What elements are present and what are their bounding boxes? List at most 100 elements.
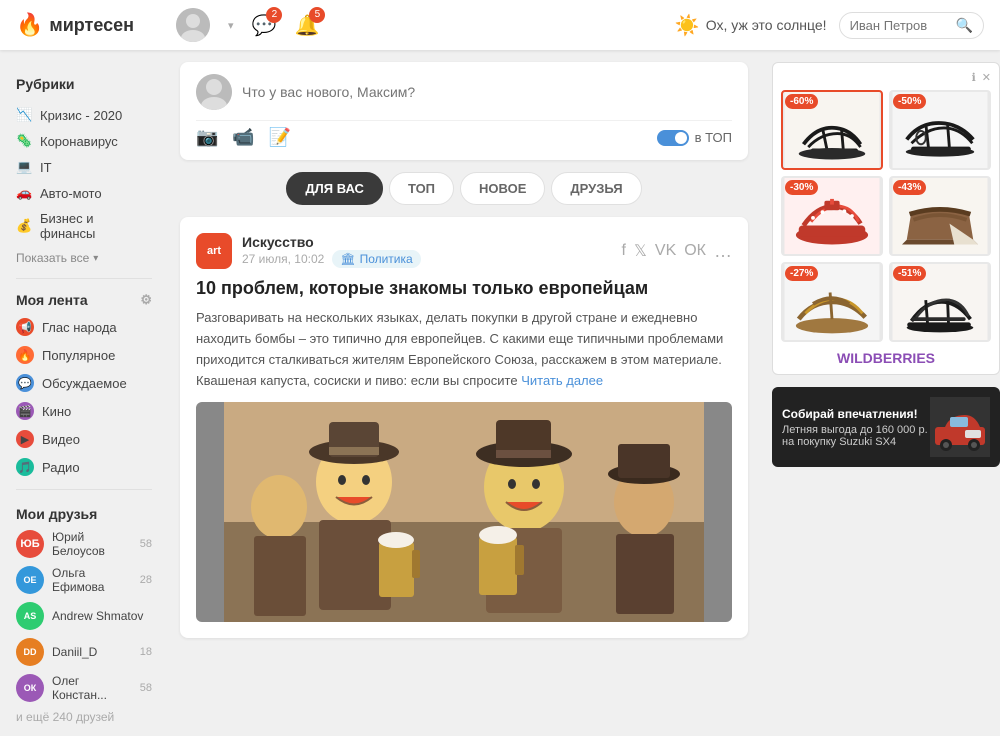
show-all-rubrics[interactable]: Показать все ▾ (0, 246, 168, 270)
more-icon[interactable]: … (714, 241, 732, 262)
ok-icon[interactable]: ОК (684, 242, 706, 260)
twitter-icon[interactable]: 𝕏 (634, 241, 647, 261)
main-content: 📷 📹 📝 в ТОП ДЛЯ ВАС ТОП НОВОЕ ДРУЗЬЯ (168, 62, 760, 736)
channel-avatar[interactable]: art (196, 233, 232, 269)
logo-area[interactable]: 🔥 миртесен (16, 12, 176, 38)
friend-avatar-1: ЮБ (16, 530, 44, 558)
discussed-icon: 💬 (16, 374, 34, 392)
feed-item-kino[interactable]: 🎬 Кино (0, 397, 168, 425)
toggle-switch[interactable] (657, 130, 689, 146)
sidebar-item-crisis[interactable]: 📉 Кризис - 2020 (0, 102, 168, 128)
gear-icon[interactable]: ⚙ (140, 292, 152, 308)
messages-button[interactable]: 💬 2 (252, 13, 277, 38)
weather-icon: ☀️ (675, 13, 700, 38)
friend-item-2[interactable]: ОЕ Ольга Ефимова 28 (0, 562, 168, 598)
channel-name[interactable]: Искусство (242, 234, 421, 250)
feed-item-discussed[interactable]: 💬 Обсуждаемое (0, 369, 168, 397)
feed-tabs: ДЛЯ ВАС ТОП НОВОЕ ДРУЗЬЯ (180, 172, 748, 205)
friend-item-3[interactable]: AS Andrew Shmatov (0, 598, 168, 634)
popular-icon: 🔥 (16, 346, 34, 364)
ad-item-3[interactable]: -30% (781, 176, 883, 256)
feed-item-peoples-voice[interactable]: 📢 Глас народа (0, 313, 168, 341)
friend-item-4[interactable]: DD Daniil_D 18 (0, 634, 168, 670)
rubrics-title: Рубрики (0, 70, 168, 98)
search-icon[interactable]: 🔍 (956, 17, 973, 34)
ad-banner-title: Собирай впечатления! (782, 407, 930, 421)
sidebar-item-auto[interactable]: 🚗 Авто-мото (0, 180, 168, 206)
discount-badge-3: -30% (785, 180, 818, 195)
post-creator-top (196, 74, 732, 110)
video-tool-icon[interactable]: 📹 (232, 127, 254, 148)
car-ad-banner[interactable]: Собирай впечатления! Летняя выгода до 16… (772, 387, 1000, 467)
article-image (196, 402, 732, 622)
my-feed-label: Моя лента (16, 292, 88, 308)
facebook-icon[interactable]: f (622, 242, 626, 260)
vk-icon[interactable]: VK (655, 242, 676, 260)
feed-item-video[interactable]: ▶ Видео (0, 425, 168, 453)
friend-name-3: Andrew Shmatov (52, 609, 144, 623)
tab-top[interactable]: ТОП (389, 172, 454, 205)
search-input[interactable] (850, 18, 950, 33)
wildberries-ad: ℹ ✕ (772, 62, 1000, 375)
discount-badge-5: -27% (785, 266, 818, 281)
discount-badge-4: -43% (893, 180, 926, 195)
tab-for-you[interactable]: ДЛЯ ВАС (286, 172, 383, 205)
radio-icon: 🎵 (16, 458, 34, 476)
main-layout: Рубрики 📉 Кризис - 2020 🦠 Коронавирус 💻 … (0, 50, 1000, 736)
ad-item-2[interactable]: -50% (889, 90, 991, 170)
top-toggle[interactable]: в ТОП (657, 130, 732, 146)
ad-close-button[interactable]: ✕ (982, 71, 991, 84)
chevron-down-icon: ▾ (93, 253, 98, 264)
feed-item-kino-label: Кино (42, 404, 71, 419)
tab-friends[interactable]: ДРУЗЬЯ (551, 172, 641, 205)
sidebar-item-business-label: Бизнес и финансы (40, 211, 152, 241)
feed-item-radio[interactable]: 🎵 Радио (0, 453, 168, 481)
corona-icon: 🦠 (16, 133, 32, 149)
notifications-button[interactable]: 🔔 5 (294, 13, 319, 38)
read-more-link[interactable]: Читать далее (521, 373, 603, 388)
user-avatar-button[interactable] (176, 8, 210, 42)
friend-item-1[interactable]: ЮБ Юрий Белоусов 58 (0, 526, 168, 562)
tag-icon: 🏛 (340, 252, 355, 266)
header-right: ☀️ Ох, уж это солнце! 🔍 (675, 12, 984, 39)
post-creator: 📷 📹 📝 в ТОП (180, 62, 748, 160)
auto-icon: 🚗 (16, 185, 32, 201)
header: 🔥 миртесен ▾ 💬 2 🔔 5 ☀️ Ох, уж это солнц… (0, 0, 1000, 50)
text-tool-icon[interactable]: 📝 (269, 127, 291, 148)
friend-avatar-3: AS (16, 602, 44, 630)
search-box[interactable]: 🔍 (839, 12, 984, 39)
friend-name-2: Ольга Ефимова (52, 566, 132, 594)
photo-tool-icon[interactable]: 📷 (196, 127, 218, 148)
ad-item-1[interactable]: -60% (781, 90, 883, 170)
friend-count-4: 18 (140, 646, 152, 658)
ad-header: ℹ ✕ (781, 71, 991, 84)
messages-badge: 2 (266, 7, 282, 23)
friend-avatar-4: DD (16, 638, 44, 666)
wildberries-brand[interactable]: WILDBERRIES (781, 350, 991, 366)
ad-info-icon[interactable]: ℹ (972, 71, 976, 84)
post-input[interactable] (242, 84, 732, 100)
feed-item-popular[interactable]: 🔥 Популярное (0, 341, 168, 369)
article-tag[interactable]: 🏛 Политика (332, 250, 420, 268)
ad-banner-desc: Летняя выгода до 160 000 р. на покупку S… (782, 424, 930, 448)
sidebar-item-business[interactable]: 💰 Бизнес и финансы (0, 206, 168, 246)
ad-item-5[interactable]: -27% (781, 262, 883, 342)
avatar-chevron-icon[interactable]: ▾ (228, 19, 234, 32)
article-meta: art Искусство 27 июля, 10:02 🏛 Политика (196, 233, 421, 269)
sidebar-item-it[interactable]: 💻 IT (0, 154, 168, 180)
friend-name-5: Олег Констан... (52, 674, 132, 702)
tag-label: Политика (360, 252, 413, 266)
ad-item-6[interactable]: -51% (889, 262, 991, 342)
article-header: art Искусство 27 июля, 10:02 🏛 Политика (196, 233, 732, 269)
sidebar-item-it-label: IT (40, 160, 52, 175)
it-icon: 💻 (16, 159, 32, 175)
friends-more-link[interactable]: и ещё 240 друзей (0, 706, 168, 728)
friend-item-5[interactable]: ОК Олег Констан... 58 (0, 670, 168, 706)
ad-item-4[interactable]: -43% (889, 176, 991, 256)
article-title[interactable]: 10 проблем, которые знакомы только европ… (196, 277, 732, 300)
tab-new[interactable]: НОВОЕ (460, 172, 545, 205)
header-center: ▾ 💬 2 🔔 5 (176, 8, 675, 42)
discount-badge-1: -60% (785, 94, 818, 109)
sidebar-item-corona[interactable]: 🦠 Коронавирус (0, 128, 168, 154)
my-friends-title: Мои друзья (0, 498, 168, 526)
